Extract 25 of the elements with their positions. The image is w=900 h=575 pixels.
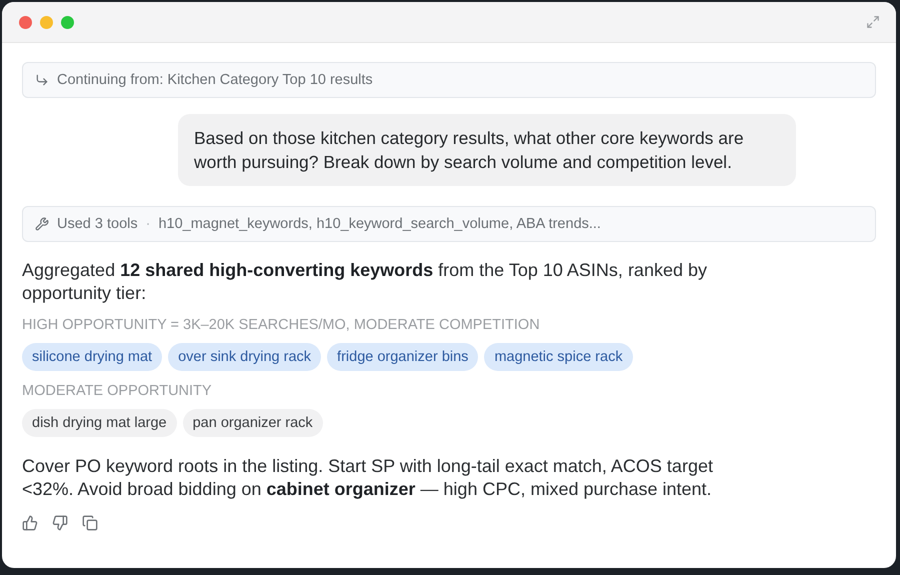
keyword-chip: pan organizer rack — [182, 409, 323, 437]
user-message: Based on those kitchen category results, what other core keywords are worth pursuing? Break down by search volume and competition level. — [178, 114, 796, 186]
tools-list: h10_magnet_keywords, h10_keyword_search_volume, ABA trends... — [158, 216, 601, 232]
keyword-chip: dish drying mat large — [22, 409, 177, 437]
keyword-chip: magnetic spice rack — [484, 343, 633, 371]
advice-text: Cover PO keyword roots in the listing. Start SP with long-tail exact match, ACOS target <32%. Avoid broad bidding on cabinet organizer — high CPC, mixed purchase intent. — [22, 455, 714, 501]
keyword-chip: fridge organizer bins — [327, 343, 478, 371]
tier-heading: HIGH OPPORTUNITY = 3K–20K SEARCHES/MO, MODERATE COMPETITION — [22, 317, 541, 333]
window-minimize-button[interactable] — [40, 16, 53, 28]
keyword-chip: silicone drying mat — [22, 343, 162, 371]
window-maximize-button[interactable] — [61, 16, 74, 28]
tools-label: Used 3 tools — [57, 216, 138, 232]
wrench-icon — [35, 217, 49, 231]
context-text: Continuing from: Kitchen Category Top 10 results — [57, 72, 373, 88]
thumbs-up-button[interactable] — [22, 515, 38, 531]
keyword-chip: over sink drying rack — [168, 343, 322, 371]
tools-banner[interactable]: Used 3 tools · h10_magnet_keywords, h10_keyword_search_volume, ABA trends... — [22, 206, 876, 242]
copy-button[interactable] — [82, 515, 98, 531]
thumbs-down-button[interactable] — [52, 515, 68, 531]
return-arrow-icon — [35, 73, 49, 87]
expand-icon[interactable] — [866, 15, 880, 29]
separator: · — [146, 216, 150, 232]
summary-text: Aggregated 12 shared high-converting keywords from the Top 10 ASINs, ranked by opportunity tier: — [22, 259, 708, 305]
window-close-button[interactable] — [19, 16, 32, 28]
tier-heading: MODERATE OPPORTUNITY — [22, 383, 213, 399]
